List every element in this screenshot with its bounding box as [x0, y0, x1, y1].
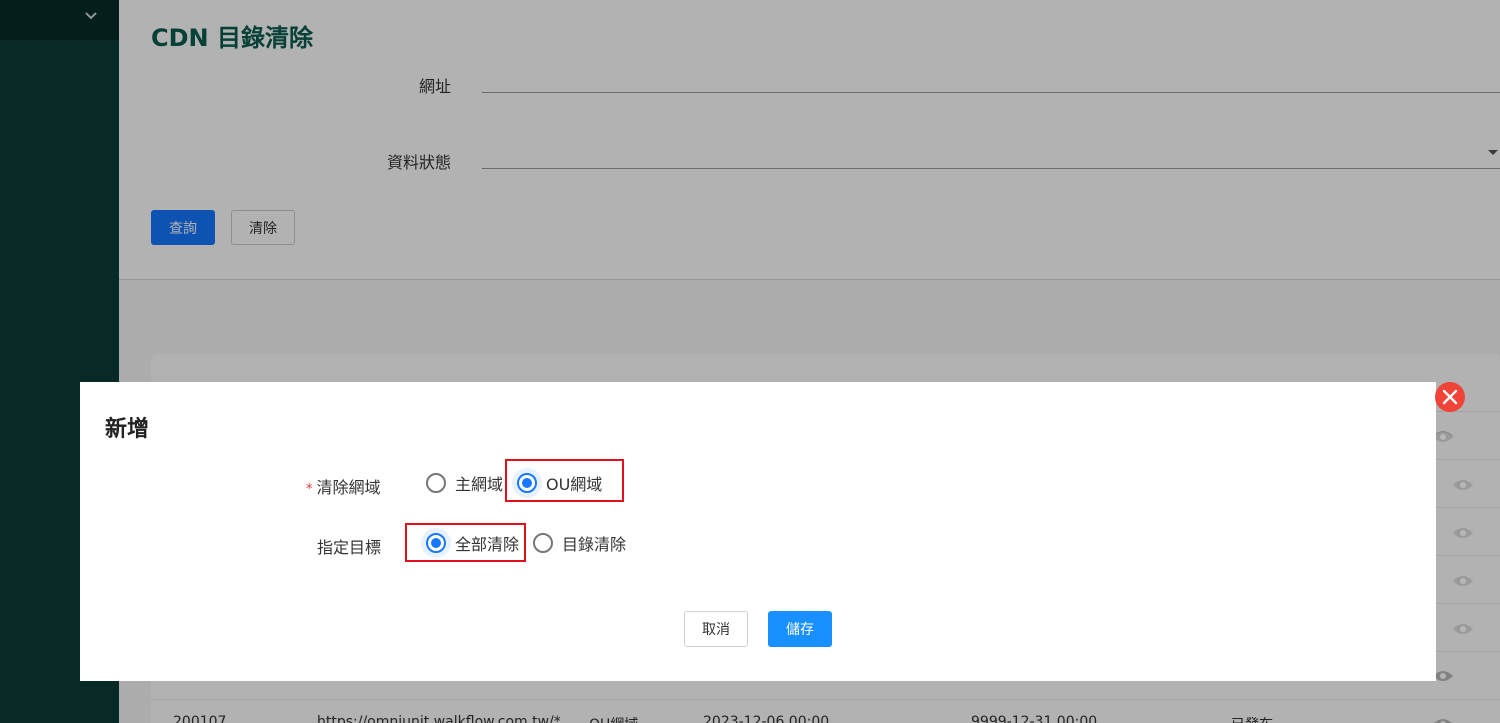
eye-icon[interactable] — [1452, 622, 1474, 636]
modal-title: 新增 — [105, 417, 150, 442]
cancel-button[interactable]: 取消 — [684, 611, 748, 647]
radio-main-domain-label: 主網域 — [455, 475, 504, 494]
radio-main-domain[interactable]: 主網域 — [426, 471, 503, 495]
target-field-label: 指定目標 — [317, 538, 382, 557]
radio-circle-checked[interactable] — [426, 533, 446, 553]
radio-circle[interactable] — [533, 533, 553, 553]
radio-clear-directory-label: 目錄清除 — [562, 535, 627, 554]
radio-clear-all[interactable]: 全部清除 — [426, 531, 519, 555]
radio-ou-domain[interactable]: OU網域 — [517, 471, 602, 495]
add-modal: 新增 * 清除網域 主網域 OU網域 指定目標 全部清除 目錄清除 取消 儲存 — [80, 382, 1465, 681]
domain-field-label: * 清除網域 — [306, 474, 381, 498]
radio-clear-directory[interactable]: 目錄清除 — [533, 531, 626, 555]
radio-circle-checked[interactable] — [517, 473, 537, 493]
eye-icon[interactable] — [1452, 526, 1474, 540]
close-icon[interactable] — [1435, 382, 1465, 412]
required-mark: * — [306, 482, 313, 497]
domain-field-label-text: 清除網域 — [316, 478, 381, 497]
save-button[interactable]: 儲存 — [768, 611, 832, 647]
radio-circle[interactable] — [426, 473, 446, 493]
radio-clear-all-label: 全部清除 — [455, 535, 520, 554]
eye-icon[interactable] — [1452, 478, 1474, 492]
radio-ou-domain-label: OU網域 — [546, 475, 603, 494]
eye-icon[interactable] — [1452, 574, 1474, 588]
